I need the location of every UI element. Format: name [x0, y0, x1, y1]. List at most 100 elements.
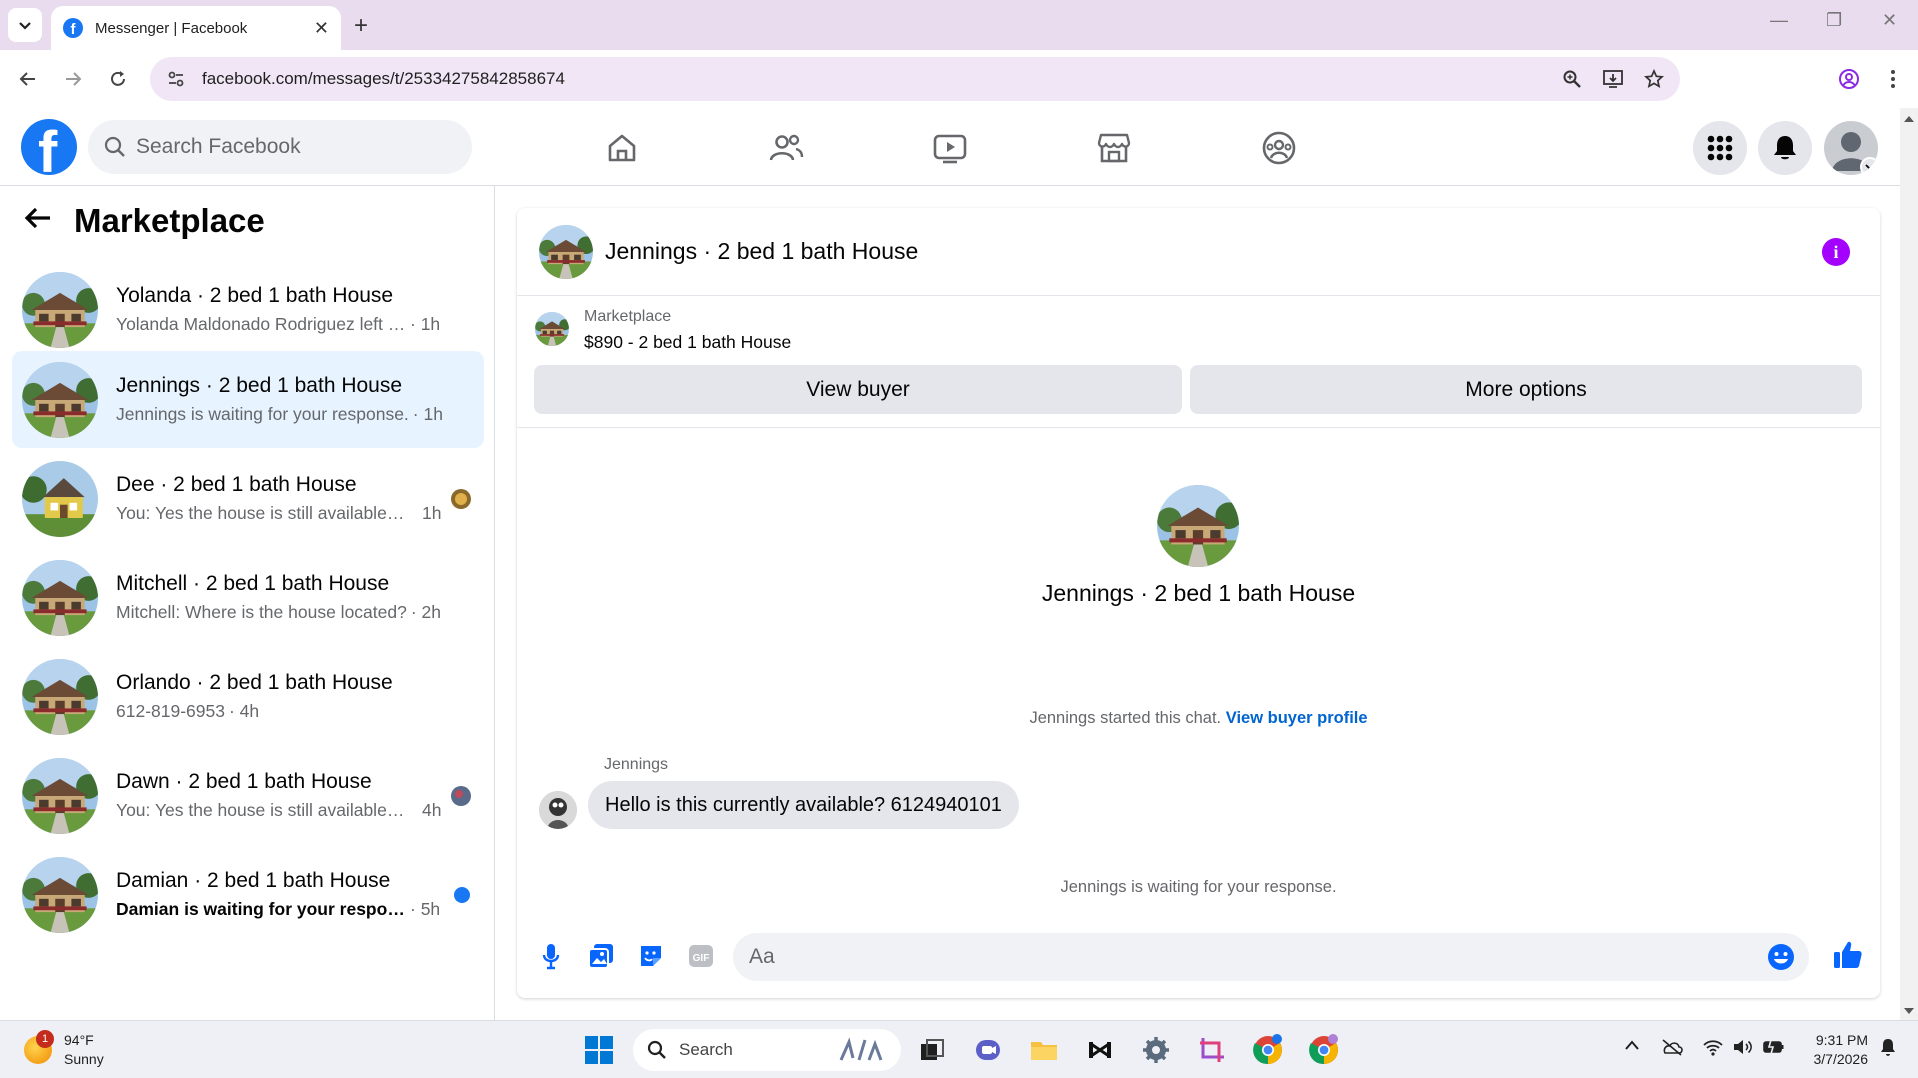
chat-avatar-large [1157, 485, 1239, 567]
more-options-button[interactable]: More options [1190, 365, 1862, 414]
photo-icon[interactable] [585, 940, 617, 972]
conversation-item[interactable]: Orlando · 2 bed 1 bath House 612-819-695… [12, 648, 484, 745]
restore-icon[interactable]: ❐ [1826, 10, 1842, 31]
conversation-item-active[interactable]: Jennings · 2 bed 1 bath House Jennings i… [12, 351, 484, 448]
chat-title[interactable]: Jennings · 2 bed 1 bath House [605, 238, 918, 265]
battery-icon[interactable] [1762, 1038, 1786, 1061]
conversation-item-unread[interactable]: Damian · 2 bed 1 bath House Damian is wa… [12, 846, 484, 943]
microphone-icon[interactable] [535, 940, 567, 972]
conversation-name: Dawn · 2 bed 1 bath House [116, 770, 372, 793]
settings-gear-icon[interactable] [1140, 1034, 1172, 1066]
chrome-profile-2-icon[interactable] [1308, 1034, 1340, 1066]
conversation-time: · 1h [412, 404, 443, 424]
capcut-icon[interactable] [1084, 1034, 1116, 1066]
search-icon [647, 1040, 666, 1059]
facebook-logo-icon[interactable]: f [21, 119, 77, 175]
message-composer[interactable] [733, 933, 1809, 981]
conversation-item[interactable]: Dee · 2 bed 1 bath House You: Yes the ho… [12, 450, 484, 547]
conversation-list-pane: Marketplace Yolanda · 2 bed 1 bath House… [0, 186, 495, 1020]
back-arrow-icon[interactable] [24, 204, 52, 238]
message-input[interactable] [749, 945, 1729, 969]
conversation-name: Dee · 2 bed 1 bath House [116, 473, 357, 496]
divider [517, 427, 1880, 428]
file-explorer-icon[interactable] [1028, 1034, 1060, 1066]
seen-avatar [450, 785, 472, 812]
chrome-profile-1-icon[interactable] [1252, 1034, 1284, 1066]
chat-header-avatar[interactable] [539, 225, 593, 279]
message-bubble[interactable]: Hello is this currently available? 61249… [588, 781, 1019, 829]
back-icon[interactable] [13, 64, 43, 94]
volume-icon[interactable] [1732, 1038, 1754, 1061]
listing-thumbnail [22, 560, 98, 636]
conversation-item[interactable]: Dawn · 2 bed 1 bath House You: Yes the h… [12, 747, 484, 844]
notification-bell-icon[interactable] [1880, 1038, 1896, 1063]
forward-icon[interactable] [58, 64, 88, 94]
info-icon[interactable]: i [1822, 238, 1850, 266]
close-window-icon[interactable]: ✕ [1882, 10, 1897, 31]
video-icon[interactable] [928, 126, 972, 170]
listing-summary[interactable]: Marketplace $890 - 2 bed 1 bath House [535, 308, 791, 353]
system-clock[interactable]: 9:31 PM 3/7/2026 [1800, 1031, 1869, 1069]
gif-icon[interactable]: GIF [685, 940, 717, 972]
svg-text:GIF: GIF [693, 953, 710, 964]
task-view-icon[interactable] [916, 1034, 948, 1066]
weather-widget[interactable]: 1 94°F Sunny [24, 1030, 104, 1069]
onedrive-offline-icon[interactable] [1660, 1038, 1684, 1061]
conversation-item[interactable]: Mitchell · 2 bed 1 bath House Mitchell: … [12, 549, 484, 646]
zoom-icon[interactable] [1562, 69, 1582, 89]
install-app-icon[interactable] [1602, 69, 1624, 89]
groups-icon[interactable] [1257, 126, 1301, 170]
page-scrollbar[interactable] [1900, 108, 1918, 1020]
emoji-icon[interactable] [1767, 943, 1795, 976]
listing-price: $890 - 2 bed 1 bath House [584, 332, 792, 352]
conversation-preview: Jennings is waiting for your response. [116, 404, 409, 424]
view-buyer-button[interactable]: View buyer [534, 365, 1182, 414]
view-buyer-profile-link[interactable]: View buyer profile [1226, 709, 1368, 727]
conversation-time: · 2h [410, 602, 441, 622]
url-input[interactable]: facebook.com/messages/t/2533427584285867… [150, 57, 1680, 101]
conversation-time: · 5h [410, 899, 441, 919]
sender-avatar[interactable] [539, 791, 577, 829]
weather-condition: Sunny [64, 1051, 104, 1067]
teams-chat-icon[interactable] [972, 1034, 1004, 1066]
thumbs-up-icon[interactable] [1832, 939, 1864, 976]
home-icon[interactable] [600, 126, 644, 170]
facebook-favicon-icon: f [63, 18, 83, 38]
browser-menu-icon[interactable] [1878, 64, 1908, 94]
new-tab-icon[interactable]: + [354, 12, 368, 40]
listing-thumbnail [22, 272, 98, 348]
notifications-bell-icon[interactable] [1758, 121, 1812, 175]
snipping-tool-icon[interactable] [1196, 1034, 1228, 1066]
friends-icon[interactable] [764, 126, 808, 170]
conversation-name: Jennings · 2 bed 1 bath House [116, 374, 403, 397]
bookmark-star-icon[interactable] [1644, 69, 1664, 89]
conversation-time: 4h [422, 800, 442, 820]
marketplace-icon[interactable] [1092, 126, 1136, 170]
sticker-icon[interactable] [635, 940, 667, 972]
chat-started-text: Jennings started this chat. [1029, 709, 1222, 727]
account-avatar[interactable] [1824, 121, 1878, 175]
conversation-time: · 1h [410, 314, 441, 334]
listing-thumbnail [22, 461, 98, 537]
wifi-icon[interactable] [1702, 1038, 1724, 1061]
close-tab-icon[interactable]: ✕ [314, 18, 329, 39]
menu-grid-icon[interactable] [1693, 121, 1747, 175]
reload-icon[interactable] [103, 64, 133, 94]
url-text: facebook.com/messages/t/2533427584285867… [202, 69, 565, 88]
conversation-item[interactable]: Yolanda · 2 bed 1 bath House Yolanda Mal… [12, 261, 484, 358]
conversation-preview: Yolanda Maldonado Rodriguez left th... [116, 314, 406, 334]
profile-icon[interactable] [1834, 64, 1864, 94]
search-input[interactable] [136, 135, 456, 159]
windows-start-icon[interactable] [585, 1036, 613, 1064]
taskbar-search[interactable]: Search [633, 1029, 901, 1071]
facebook-search[interactable] [88, 120, 472, 174]
browser-tab[interactable]: f Messenger | Facebook ✕ [51, 6, 341, 50]
minimize-icon[interactable]: — [1770, 10, 1788, 31]
conversation-name: Damian · 2 bed 1 bath House [116, 869, 391, 892]
listing-thumbnail [22, 362, 98, 438]
show-hidden-icons-icon[interactable] [1624, 1038, 1640, 1056]
tab-search-button[interactable] [8, 8, 42, 42]
conversation-preview: You: Yes the house is still available ..… [116, 800, 406, 820]
tab-title: Messenger | Facebook [95, 19, 248, 37]
site-settings-icon[interactable] [166, 69, 186, 89]
